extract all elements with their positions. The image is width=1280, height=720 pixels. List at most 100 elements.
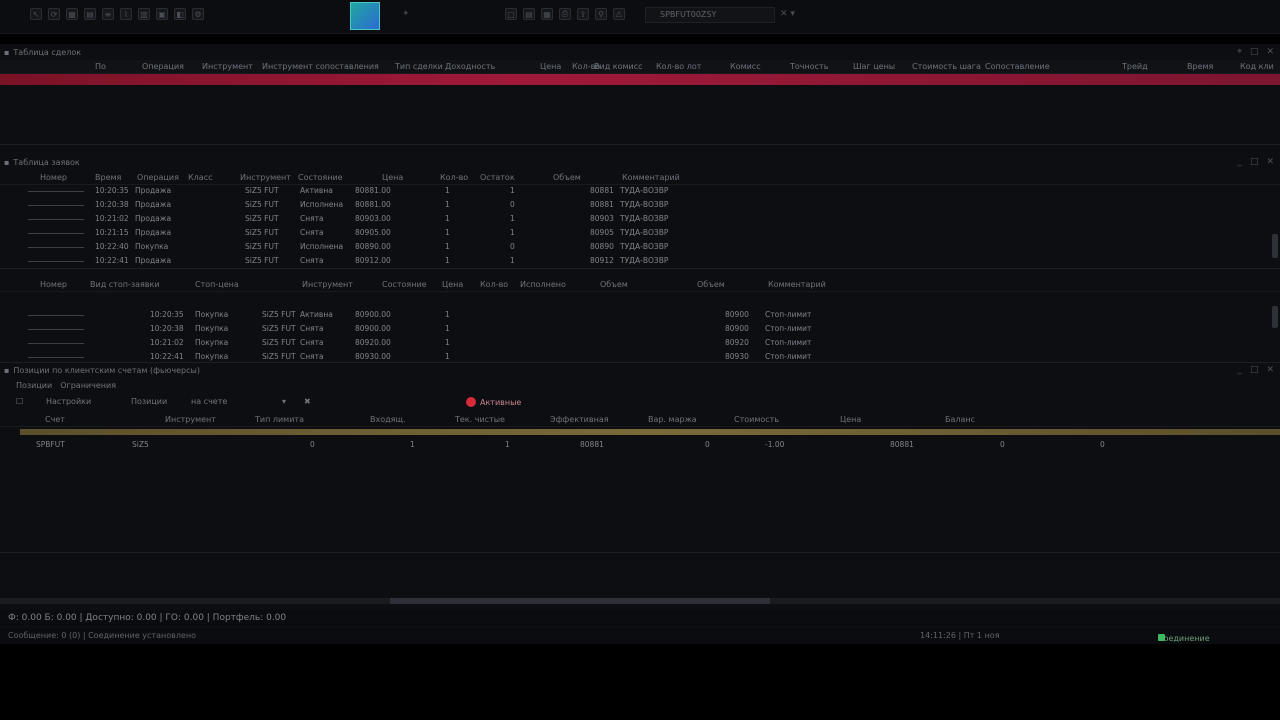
table-row[interactable]: 10:22:41 Продажа SiZ5 FUT Снята 80912.00 1 1 80… xyxy=(0,254,1280,267)
col-header[interactable]: Вид комисс xyxy=(594,62,643,71)
list-icon[interactable]: ≡ xyxy=(102,8,114,20)
instrument-search-input[interactable]: SPBFUT00ZSY xyxy=(645,7,775,23)
col-header[interactable]: Операция xyxy=(137,173,179,182)
cursor-icon[interactable]: ↖ xyxy=(30,8,42,20)
trades-highlight-row[interactable] xyxy=(0,74,1280,85)
layout-icon[interactable]: ▤ xyxy=(523,8,535,20)
active-workspace-tile[interactable] xyxy=(350,2,380,30)
alert-icon[interactable]: ⚠ xyxy=(613,8,625,20)
col-header[interactable]: Тек. чистые xyxy=(455,415,505,424)
col-header[interactable]: Время xyxy=(95,173,121,182)
search-close-icon[interactable]: ✕ ▾ xyxy=(780,9,795,19)
col-header[interactable]: Шаг цены xyxy=(853,62,895,71)
close-icon[interactable]: ✕ xyxy=(1266,47,1274,57)
col-header[interactable]: Кол-во xyxy=(480,280,508,289)
col-header[interactable]: Сопоставление xyxy=(985,62,1050,71)
col-header[interactable]: Номер xyxy=(40,280,67,289)
table-row[interactable]: 10:20:38 Покупка SiZ5 FUT Снята 80900.00 1 809… xyxy=(0,322,1280,335)
checkbox-icon[interactable]: ☐ xyxy=(16,397,23,406)
col-header[interactable]: Состояние xyxy=(382,280,427,289)
col-header[interactable]: Цена xyxy=(382,173,403,182)
tab-limits[interactable]: Ограничения xyxy=(60,381,116,390)
col-header[interactable]: Операция xyxy=(142,62,184,71)
col-header[interactable]: Класс xyxy=(188,173,213,182)
col-header[interactable]: Входящ. xyxy=(370,415,406,424)
col-header[interactable]: Состояние xyxy=(298,173,343,182)
tab-positions[interactable]: Позиции xyxy=(16,381,52,390)
refresh-icon[interactable]: ⟳ xyxy=(48,8,60,20)
col-header[interactable]: Счет xyxy=(45,415,65,424)
pin-icon[interactable]: ⌖ xyxy=(1237,47,1242,57)
col-header[interactable]: Остаток xyxy=(480,173,515,182)
col-header[interactable]: Инструмент сопоставления xyxy=(262,62,379,71)
grid-icon[interactable]: ▦ xyxy=(66,8,78,20)
col-header[interactable]: Комментарий xyxy=(768,280,826,289)
table-row[interactable]: 10:21:02 Продажа SiZ5 FUT Снята 80903.00 1 1 80… xyxy=(0,212,1280,225)
positions-selected-row[interactable] xyxy=(20,429,1280,435)
maximize-icon[interactable]: □ xyxy=(1250,157,1259,167)
col-header[interactable]: Комисс xyxy=(730,62,761,71)
order-icon[interactable]: ▣ xyxy=(156,8,168,20)
col-header[interactable]: Эффективная xyxy=(550,415,609,424)
col-header[interactable]: Доходность xyxy=(445,62,495,71)
chart-icon[interactable]: ⌇ xyxy=(120,8,132,20)
export-icon[interactable]: ⇪ xyxy=(577,8,589,20)
scroll-thumb[interactable] xyxy=(390,598,770,604)
delete-icon[interactable]: ✖ xyxy=(304,397,311,406)
col-header[interactable]: Точность xyxy=(790,62,828,71)
settings-button[interactable]: Настройки xyxy=(46,397,91,406)
active-filter[interactable]: Активные xyxy=(466,397,521,407)
maximize-icon[interactable]: □ xyxy=(1250,47,1259,57)
table-row[interactable]: 10:21:15 Продажа SiZ5 FUT Снята 80905.00 1 1 80… xyxy=(0,226,1280,239)
print-icon[interactable]: ⎙ xyxy=(559,8,571,20)
table2-icon[interactable]: ▦ xyxy=(541,8,553,20)
table-row[interactable]: 10:20:38 Продажа SiZ5 FUT Исполнена 80881.00… xyxy=(0,198,1280,211)
lock-icon[interactable]: ◧ xyxy=(174,8,186,20)
table-row[interactable]: 10:20:35 Продажа SiZ5 FUT Активна 80881.00 1 1… xyxy=(0,184,1280,197)
col-header[interactable]: Цена xyxy=(540,62,561,71)
col-header[interactable]: Объем xyxy=(697,280,725,289)
table-row[interactable]: 10:22:40 Покупка SiZ5 FUT Исполнена 80890.00… xyxy=(0,240,1280,253)
col-header[interactable]: Время xyxy=(1187,62,1213,71)
orders-scrollbar[interactable] xyxy=(1272,234,1278,258)
dropdown-chevron-icon[interactable]: ▾ xyxy=(282,397,286,406)
star-icon[interactable]: ✦ xyxy=(402,9,410,19)
positions-button[interactable]: Позиции xyxy=(131,397,167,406)
bars-icon[interactable]: ▥ xyxy=(138,8,150,20)
col-header[interactable]: Инструмент xyxy=(302,280,353,289)
filter-icon[interactable]: ⚲ xyxy=(595,8,607,20)
col-header[interactable]: Вар. маржа xyxy=(648,415,697,424)
col-header[interactable]: Тип лимита xyxy=(255,415,304,424)
col-header[interactable]: Стоп-цена xyxy=(195,280,239,289)
col-header[interactable]: Инструмент xyxy=(165,415,216,424)
col-header[interactable]: Комментарий xyxy=(622,173,680,182)
col-header[interactable]: Баланс xyxy=(945,415,975,424)
col-header[interactable]: Цена xyxy=(840,415,861,424)
col-header[interactable]: Номер xyxy=(40,173,67,182)
col-header[interactable]: Стоимость xyxy=(734,415,779,424)
col-header[interactable]: Исполнено xyxy=(520,280,566,289)
settings-icon[interactable]: ⚙ xyxy=(192,8,204,20)
col-header[interactable]: Стоимость шага xyxy=(912,62,981,71)
maximize-icon[interactable]: □ xyxy=(1250,365,1259,375)
col-header[interactable]: По xyxy=(95,62,106,71)
positions-row[interactable]: SPBFUT SiZ5 0 1 1 80881 0 -1.00 80881 0 … xyxy=(0,438,1280,451)
minimize-icon[interactable]: _ xyxy=(1237,157,1242,167)
table-icon[interactable]: ▤ xyxy=(84,8,96,20)
table-row[interactable]: 10:20:35 Покупка SiZ5 FUT Активна 80900.00 1 8… xyxy=(0,308,1280,321)
col-header[interactable]: Объем xyxy=(600,280,628,289)
col-header[interactable]: Инструмент xyxy=(240,173,291,182)
col-header[interactable]: Инструмент xyxy=(202,62,253,71)
col-header[interactable]: Цена xyxy=(442,280,463,289)
col-header[interactable]: Тип сделки xyxy=(395,62,443,71)
col-header[interactable]: Кол-во лот xyxy=(656,62,701,71)
messages-text[interactable]: Сообщение: 0 (0) | Соединение установлен… xyxy=(8,631,196,640)
account-select[interactable]: на счете xyxy=(191,397,227,406)
close-icon[interactable]: ✕ xyxy=(1266,157,1274,167)
col-header[interactable]: Вид стоп-заявки xyxy=(90,280,160,289)
col-header[interactable]: Код кли xyxy=(1240,62,1274,71)
horizontal-scrollbar[interactable] xyxy=(0,598,1280,604)
col-header[interactable]: Объем xyxy=(553,173,581,182)
col-header[interactable]: Кол-во xyxy=(440,173,468,182)
minimize-icon[interactable]: _ xyxy=(1237,365,1242,375)
